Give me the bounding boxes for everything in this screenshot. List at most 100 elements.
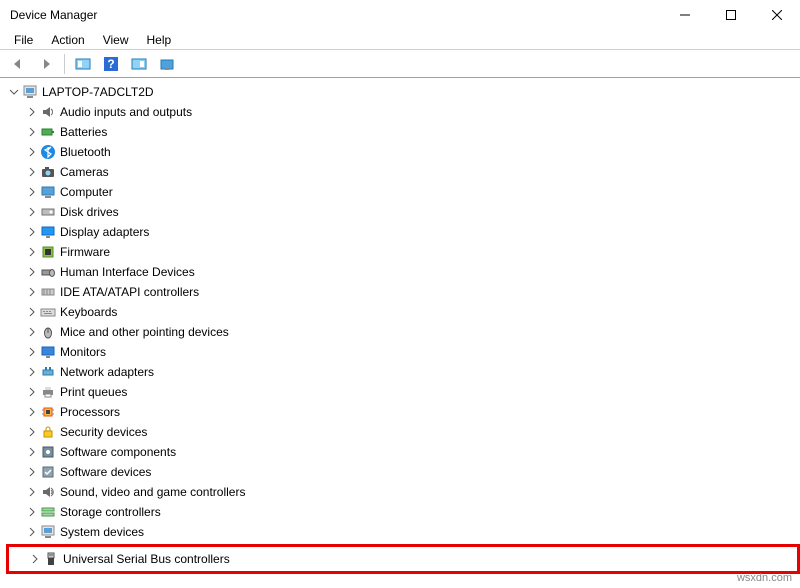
bluetooth-icon <box>40 144 56 160</box>
tree-item-label: Bluetooth <box>60 145 111 159</box>
cpu-icon <box>40 404 56 420</box>
tree-item-label: Storage controllers <box>60 505 161 519</box>
tree-item-label: Audio inputs and outputs <box>60 105 192 119</box>
tree-item[interactable]: IDE ATA/ATAPI controllers <box>6 282 800 302</box>
help-button[interactable]: ? <box>99 52 123 76</box>
tree-item[interactable]: Security devices <box>6 422 800 442</box>
expand-icon[interactable] <box>26 446 38 458</box>
tree-item[interactable]: Universal Serial Bus controllers <box>9 549 797 569</box>
tree-item[interactable]: Batteries <box>6 122 800 142</box>
computer-icon <box>40 184 56 200</box>
tree-item[interactable]: Network adapters <box>6 362 800 382</box>
disk-icon <box>40 204 56 220</box>
hid-icon <box>40 264 56 280</box>
expand-icon[interactable] <box>26 286 38 298</box>
ide-icon <box>40 284 56 300</box>
tree-item[interactable]: Storage controllers <box>6 502 800 522</box>
highlight-annotation: Universal Serial Bus controllers <box>6 544 800 574</box>
security-icon <box>40 424 56 440</box>
tree-item[interactable]: Human Interface Devices <box>6 262 800 282</box>
printer-icon <box>40 384 56 400</box>
tree-item[interactable]: Mice and other pointing devices <box>6 322 800 342</box>
tree-item[interactable]: Audio inputs and outputs <box>6 102 800 122</box>
expand-icon[interactable] <box>26 486 38 498</box>
tree-item-label: Firmware <box>60 245 110 259</box>
tree-item-label: Batteries <box>60 125 107 139</box>
tree-item[interactable]: Disk drives <box>6 202 800 222</box>
expand-icon[interactable] <box>8 86 20 98</box>
tree-item-label: Cameras <box>60 165 109 179</box>
expand-icon[interactable] <box>26 126 38 138</box>
expand-icon[interactable] <box>26 106 38 118</box>
tree-root[interactable]: LAPTOP-7ADCLT2D <box>6 82 800 102</box>
expand-icon[interactable] <box>26 426 38 438</box>
show-hidden-button[interactable] <box>71 52 95 76</box>
tree-root-label: LAPTOP-7ADCLT2D <box>42 85 154 99</box>
tree-item[interactable]: Firmware <box>6 242 800 262</box>
tree-item[interactable]: Sound, video and game controllers <box>6 482 800 502</box>
system-icon <box>40 524 56 540</box>
expand-icon[interactable] <box>26 506 38 518</box>
battery-icon <box>40 124 56 140</box>
expand-icon[interactable] <box>26 166 38 178</box>
swcomp-icon <box>40 444 56 460</box>
camera-icon <box>40 164 56 180</box>
expand-icon[interactable] <box>26 226 38 238</box>
tree-item[interactable]: Software devices <box>6 462 800 482</box>
expand-icon[interactable] <box>26 146 38 158</box>
menu-help[interactable]: Help <box>139 31 180 49</box>
tree-item-label: System devices <box>60 525 144 539</box>
tree-item[interactable]: Processors <box>6 402 800 422</box>
tree-item[interactable]: Computer <box>6 182 800 202</box>
properties-button[interactable] <box>127 52 151 76</box>
expand-icon[interactable] <box>29 553 41 565</box>
tree-item[interactable]: Print queues <box>6 382 800 402</box>
computer-root-icon <box>22 84 38 100</box>
tree-item[interactable]: Software components <box>6 442 800 462</box>
tree-item[interactable]: Monitors <box>6 342 800 362</box>
tree-item[interactable]: Display adapters <box>6 222 800 242</box>
scan-button[interactable] <box>155 52 179 76</box>
expand-icon[interactable] <box>26 526 38 538</box>
tree-item-label: Monitors <box>60 345 106 359</box>
expand-icon[interactable] <box>26 246 38 258</box>
menu-file[interactable]: File <box>6 31 41 49</box>
watermark: wsxdn.com <box>737 572 792 584</box>
expand-icon[interactable] <box>26 466 38 478</box>
back-button[interactable] <box>6 52 30 76</box>
expand-icon[interactable] <box>26 366 38 378</box>
keyboard-icon <box>40 304 56 320</box>
tree-item[interactable]: Bluetooth <box>6 142 800 162</box>
forward-button[interactable] <box>34 52 58 76</box>
device-tree: LAPTOP-7ADCLT2D Audio inputs and outputs… <box>0 78 800 574</box>
tree-item-label: Keyboards <box>60 305 117 319</box>
expand-icon[interactable] <box>26 266 38 278</box>
tree-item-label: Print queues <box>60 385 127 399</box>
firmware-icon <box>40 244 56 260</box>
tree-item-label: Security devices <box>60 425 147 439</box>
mouse-icon <box>40 324 56 340</box>
expand-icon[interactable] <box>26 386 38 398</box>
toolbar: ? <box>0 50 800 78</box>
tree-item-label: Processors <box>60 405 120 419</box>
expand-icon[interactable] <box>26 326 38 338</box>
menu-view[interactable]: View <box>95 31 137 49</box>
sound-icon <box>40 484 56 500</box>
minimize-button[interactable] <box>662 0 708 30</box>
close-button[interactable] <box>754 0 800 30</box>
tree-item-label: Software components <box>60 445 176 459</box>
expand-icon[interactable] <box>26 206 38 218</box>
expand-icon[interactable] <box>26 406 38 418</box>
expand-icon[interactable] <box>26 306 38 318</box>
monitor-icon <box>40 344 56 360</box>
tree-item[interactable]: System devices <box>6 522 800 542</box>
tree-item[interactable]: Keyboards <box>6 302 800 322</box>
menubar: File Action View Help <box>0 30 800 50</box>
maximize-button[interactable] <box>708 0 754 30</box>
tree-item[interactable]: Cameras <box>6 162 800 182</box>
expand-icon[interactable] <box>26 186 38 198</box>
menu-action[interactable]: Action <box>43 31 92 49</box>
expand-icon[interactable] <box>26 346 38 358</box>
titlebar: Device Manager <box>0 0 800 30</box>
tree-item-label: Sound, video and game controllers <box>60 485 245 499</box>
